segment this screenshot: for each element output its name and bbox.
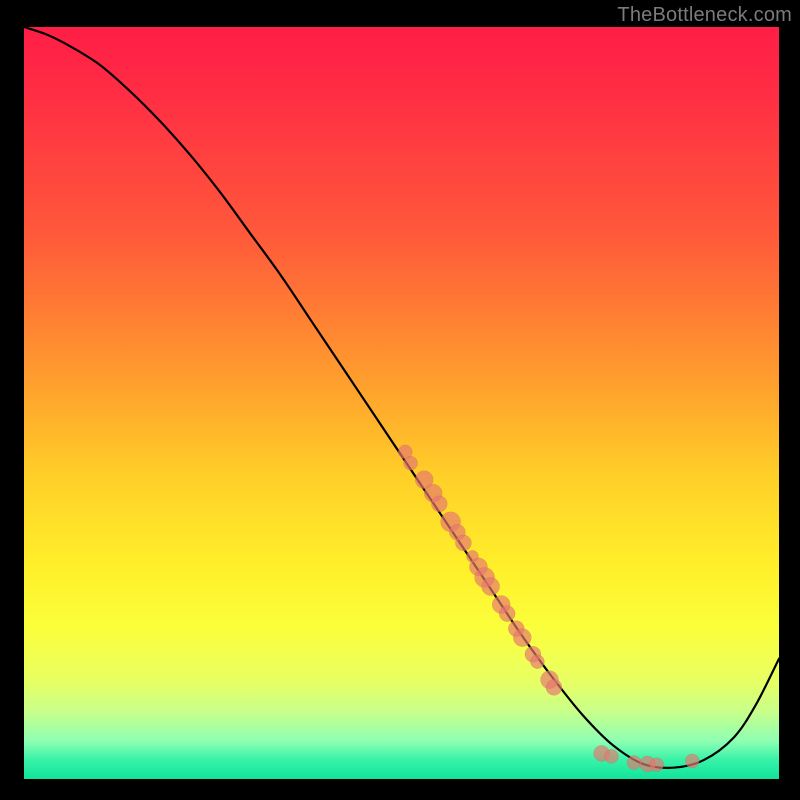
highlighted-point — [431, 496, 447, 512]
highlighted-point — [546, 679, 562, 695]
attribution-label: TheBottleneck.com — [617, 4, 792, 27]
highlighted-point — [530, 655, 544, 669]
chart-overlay — [24, 27, 779, 779]
highlighted-point — [455, 535, 471, 551]
highlighted-point — [513, 629, 531, 647]
chart-frame — [24, 27, 779, 779]
highlighted-point — [604, 749, 618, 763]
highlighted-point — [499, 606, 515, 622]
highlighted-point — [685, 754, 699, 768]
bottleneck-curve — [24, 27, 779, 768]
highlighted-point — [627, 756, 641, 770]
highlighted-points-group — [398, 445, 699, 772]
highlighted-point — [650, 758, 664, 772]
highlighted-point — [404, 456, 418, 470]
highlighted-point — [482, 578, 500, 596]
